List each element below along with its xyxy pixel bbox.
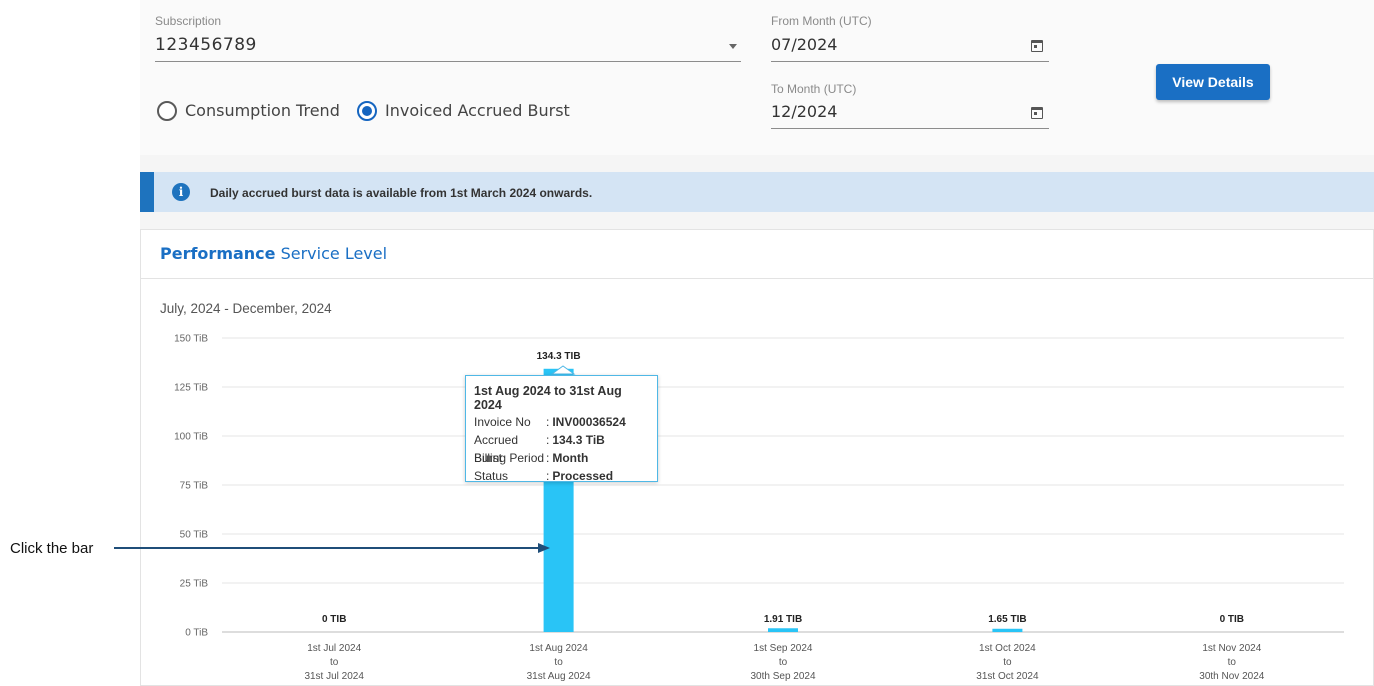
bar-chart: 0 TiB 25 TiB 50 TiB 75 TiB 100 TiB 125 TiB 150… (114, 334, 1344, 682)
x-tick-label: 30th Nov 2024 (1199, 671, 1264, 682)
y-tick-label: 150 TiB (174, 334, 208, 345)
tooltip-row: Invoice No: INV00036524 (474, 415, 626, 429)
tooltip-value: 134.3 TiB (552, 433, 605, 447)
annotation-label: Click the bar (10, 540, 94, 557)
y-tick-label: 100 TiB (174, 432, 208, 443)
x-tick-label: 31st Aug 2024 (527, 671, 591, 682)
tooltip-title: 1st Aug 2024 to 31st Aug 2024 (474, 384, 622, 412)
bar-tooltip: 1st Aug 2024 to 31st Aug 2024 Invoice No… (465, 375, 658, 483)
x-tick-label: to (330, 657, 339, 668)
data-label: 1.91 TIB (764, 614, 802, 625)
data-label: 134.3 TIB (537, 351, 581, 362)
y-tick-label: 75 TiB (180, 481, 209, 492)
y-tick-label: 50 TiB (180, 530, 209, 541)
tooltip-key: Billing Period (474, 451, 545, 465)
data-label: 1.65 TIB (988, 614, 1026, 625)
x-tick-label: 31st Oct 2024 (976, 671, 1039, 682)
bar[interactable] (768, 628, 798, 632)
data-label: 0 TIB (1220, 614, 1244, 625)
x-tick-label: 1st Jul 2024 (307, 643, 361, 654)
x-tick-label: to (554, 657, 563, 668)
tooltip-value: Month (552, 451, 589, 465)
data-label: 0 TIB (322, 614, 346, 625)
tooltip-value: Processed (552, 469, 614, 483)
tooltip-row: Billing Period: Month (474, 451, 589, 465)
x-tick-label: 31st Jul 2024 (304, 671, 364, 682)
y-tick-label: 0 TiB (185, 628, 208, 639)
tooltip-key: Status (474, 469, 509, 483)
x-tick-label: to (1003, 657, 1012, 668)
bar[interactable] (992, 628, 1023, 632)
tooltip-key: Accrued Burst (474, 433, 519, 465)
tooltip-value: INV00036524 (552, 415, 626, 429)
x-tick-label: 1st Nov 2024 (1202, 643, 1261, 654)
tooltip-row: Accrued Burst:134.3 TiB (474, 433, 605, 465)
x-tick-label: to (1228, 657, 1237, 668)
x-tick-label: 30th Sep 2024 (750, 671, 815, 682)
tooltip-key: Invoice No (474, 415, 531, 429)
x-tick-label: 1st Oct 2024 (979, 643, 1036, 654)
x-tick-label: 1st Sep 2024 (754, 643, 813, 654)
x-tick-label: to (779, 657, 788, 668)
x-tick-label: 1st Aug 2024 (529, 643, 588, 654)
y-tick-label: 25 TiB (180, 579, 209, 590)
y-tick-label: 125 TiB (174, 383, 208, 394)
tooltip-row: Status: Processed (474, 469, 614, 483)
